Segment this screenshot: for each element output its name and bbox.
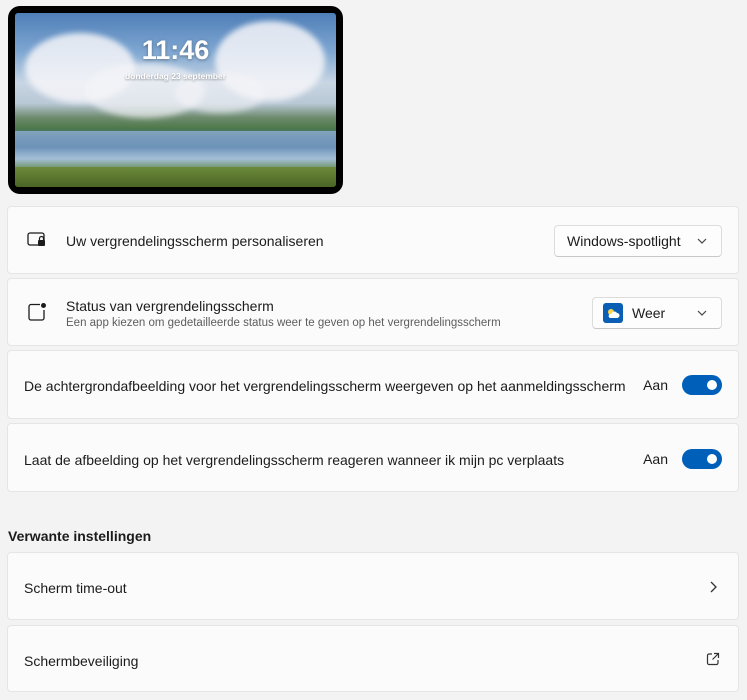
show-background-label: De achtergrondafbeelding voor het vergre… (24, 378, 626, 394)
show-background-card: De achtergrondafbeelding voor het vergre… (7, 350, 739, 419)
lockscreen-preview: 11:46 donderdag 23 september (8, 6, 343, 194)
chevron-right-icon (706, 580, 720, 594)
lockscreen-status-card: Status van vergrendelingsscherm Een app … (7, 278, 739, 346)
related-item-screen-timeout[interactable]: Scherm time-out (7, 552, 739, 620)
lockscreen-date: donderdag 23 september (124, 71, 227, 81)
chevron-down-icon (697, 308, 707, 318)
related-item-label: Scherm time-out (24, 580, 127, 596)
personalize-dropdown-value: Windows-spotlight (567, 233, 681, 249)
related-settings-title: Verwante instellingen (8, 528, 152, 544)
status-description: Een app kiezen om gedetailleerde status … (66, 317, 501, 329)
show-background-toggle[interactable] (682, 375, 722, 395)
lockscreen-icon (26, 229, 48, 251)
status-icon (26, 301, 48, 323)
related-item-label: Schermbeveiliging (24, 653, 139, 669)
status-label: Status van vergrendelingsscherm (66, 298, 274, 314)
show-background-state: Aan (643, 377, 668, 393)
weather-app-icon (603, 303, 623, 323)
motion-card: Laat de afbeelding op het vergrendelings… (7, 423, 739, 492)
related-item-screensaver[interactable]: Schermbeveiliging (7, 625, 739, 692)
external-link-icon (706, 652, 720, 666)
motion-state: Aan (643, 451, 668, 467)
chevron-down-icon (697, 236, 707, 246)
motion-label: Laat de afbeelding op het vergrendelings… (24, 452, 565, 468)
lockscreen-time: 11:46 (141, 35, 210, 65)
personalize-label: Uw vergrendelingsscherm personaliseren (66, 233, 324, 249)
personalize-dropdown[interactable]: Windows-spotlight (554, 225, 722, 257)
status-dropdown[interactable]: Weer (592, 297, 722, 329)
motion-toggle[interactable] (682, 449, 722, 469)
personalize-lockscreen-card: Uw vergrendelingsscherm personaliseren W… (7, 206, 739, 274)
status-dropdown-value: Weer (632, 305, 666, 321)
lockscreen-preview-image: 11:46 donderdag 23 september (15, 13, 336, 187)
